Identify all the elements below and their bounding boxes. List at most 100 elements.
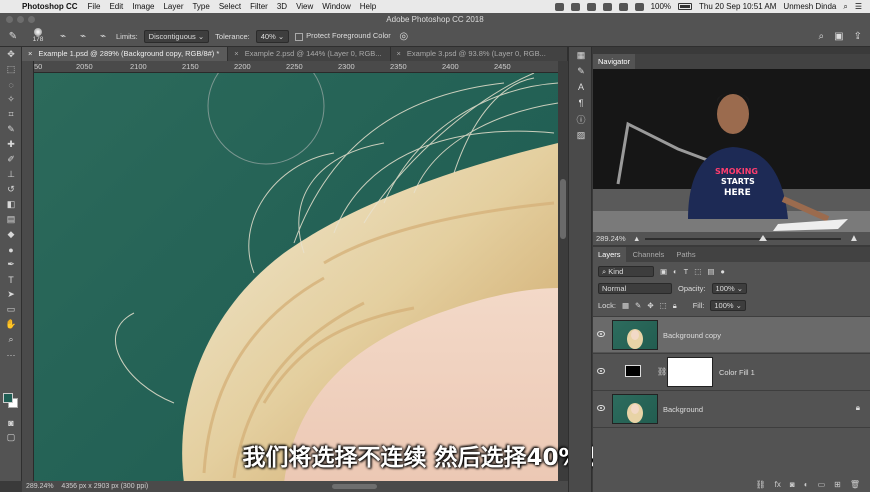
info-panel-icon[interactable]: ⓘ <box>569 111 593 127</box>
tool-preset-icon[interactable]: ✎ <box>6 29 20 43</box>
paragraph-panel-icon[interactable]: ¶ <box>569 95 593 111</box>
fill-input[interactable]: 100% ⌄ <box>710 300 746 311</box>
status-icon-3[interactable] <box>586 2 596 11</box>
canvas-vertical-scrollbar[interactable] <box>558 61 568 483</box>
crop-tool-icon[interactable]: ⌗ <box>0 107 22 122</box>
layer-background-copy[interactable]: Background copy <box>593 316 870 352</box>
layer-mask-thumbnail[interactable] <box>667 357 713 387</box>
filter-pixel-icon[interactable]: ▣ <box>660 267 667 276</box>
battery-icon[interactable] <box>678 3 693 10</box>
dodge-tool-icon[interactable]: ● <box>0 242 22 257</box>
tab-example-2[interactable]: × Example 2.psd @ 144% (Layer 0, RGB... <box>228 47 391 61</box>
marquee-tool-icon[interactable]: ⬚ <box>0 62 22 77</box>
horizontal-scrollbar-thumb[interactable] <box>332 484 377 489</box>
zoom-in-icon[interactable]: ▲ <box>849 232 859 245</box>
status-doc-info[interactable]: 4356 px x 2903 px (300 ppi) <box>61 483 148 490</box>
tolerance-input[interactable]: 40% ⌄ <box>255 29 290 43</box>
app-menu[interactable]: Photoshop CC <box>22 2 78 11</box>
search-icon[interactable]: ⌕ <box>819 31 825 42</box>
filter-smart-icon[interactable]: ▤ <box>707 267 714 276</box>
menu-help[interactable]: Help <box>360 2 376 11</box>
history-panel-icon[interactable]: ▦ <box>569 47 593 63</box>
menu-layer[interactable]: Layer <box>163 2 183 11</box>
layer-filter-select[interactable]: ⌕ Kind <box>598 266 654 277</box>
blur-tool-icon[interactable]: ◆ <box>0 227 22 242</box>
zoom-slider-knob[interactable] <box>758 235 767 241</box>
layer-color-fill-1[interactable]: ⛓︎ Color Fill 1 <box>593 353 870 389</box>
navigator-zoom-value[interactable]: 289.24% <box>596 234 626 243</box>
lasso-tool-icon[interactable]: ◌ <box>0 77 22 92</box>
stamp-tool-icon[interactable]: ⊥ <box>0 167 22 182</box>
menu-3d[interactable]: 3D <box>277 2 287 11</box>
visibility-eye-icon[interactable] <box>597 405 605 411</box>
link-layers-icon[interactable]: ⛓︎ <box>756 480 766 492</box>
filter-adjust-icon[interactable]: ◐ <box>673 267 678 276</box>
layer-background[interactable]: Background 🔒︎ <box>593 390 870 426</box>
lock-transparent-icon[interactable]: ▦ <box>622 301 629 310</box>
menu-window[interactable]: Window <box>322 2 350 11</box>
eyedropper-tool-icon[interactable]: ✎ <box>0 122 22 137</box>
magic-wand-tool-icon[interactable]: ✧ <box>0 92 22 107</box>
visibility-eye-icon[interactable] <box>597 368 605 374</box>
move-tool-icon[interactable]: ✥ <box>0 47 22 62</box>
lock-position-icon[interactable]: ✥ <box>647 301 653 310</box>
status-icon-2[interactable] <box>570 2 580 11</box>
clock[interactable]: Thu 20 Sep 10:51 AM <box>699 2 776 11</box>
brush-size-picker[interactable]: 178 <box>26 28 50 44</box>
tab-channels[interactable]: Channels <box>628 247 670 262</box>
foreground-color-swatch[interactable] <box>3 393 13 403</box>
gradient-tool-icon[interactable]: ▤ <box>0 212 22 227</box>
protect-foreground-checkbox[interactable]: Protect Foreground Color <box>295 31 391 41</box>
sampling-once-icon[interactable]: ⌁ <box>76 29 90 43</box>
brush-tool-icon[interactable]: ✐ <box>0 152 22 167</box>
menu-type[interactable]: Type <box>192 2 209 11</box>
minimize-window-button[interactable] <box>17 16 24 23</box>
vertical-ruler[interactable] <box>22 61 34 483</box>
share-icon[interactable]: ⇪ <box>854 31 862 42</box>
menu-image[interactable]: Image <box>132 2 154 11</box>
close-tab-icon[interactable]: × <box>397 49 401 58</box>
menu-file[interactable]: File <box>88 2 101 11</box>
eraser-tool-icon[interactable]: ◧ <box>0 197 22 212</box>
tab-layers[interactable]: Layers <box>593 247 626 262</box>
horizontal-ruler[interactable]: 50 2050 2100 2150 2200 2250 2300 2350 24… <box>34 61 558 73</box>
type-tool-icon[interactable]: T <box>0 272 22 287</box>
document-canvas[interactable] <box>34 73 558 483</box>
more-tools-icon[interactable]: ··· <box>0 347 22 362</box>
search-icon[interactable]: ⌕ <box>843 2 847 12</box>
layer-style-icon[interactable]: fx <box>775 480 781 492</box>
menu-select[interactable]: Select <box>219 2 241 11</box>
filter-toggle-icon[interactable]: ● <box>720 267 725 276</box>
new-group-icon[interactable]: ▭ <box>818 480 826 492</box>
filter-type-icon[interactable]: T <box>684 267 689 276</box>
history-brush-tool-icon[interactable]: ↺ <box>0 182 22 197</box>
opacity-input[interactable]: 100% ⌄ <box>711 283 748 294</box>
status-icon-4[interactable] <box>602 2 612 11</box>
menu-list-icon[interactable]: ☰ <box>855 2 862 11</box>
wifi-icon[interactable] <box>634 2 644 11</box>
hand-tool-icon[interactable]: ✋ <box>0 317 22 332</box>
zoom-out-icon[interactable]: ▲ <box>633 232 640 245</box>
brush-panel-icon[interactable]: ✎ <box>569 63 593 79</box>
menu-view[interactable]: View <box>296 2 313 11</box>
path-selection-tool-icon[interactable]: ➤ <box>0 287 22 302</box>
tab-example-1[interactable]: × Example 1.psd @ 289% (Background copy, … <box>22 47 229 61</box>
sampling-continuous-icon[interactable]: ⌁ <box>56 29 70 43</box>
zoom-tool-icon[interactable]: ⌕ <box>0 332 22 347</box>
close-tab-icon[interactable]: × <box>28 49 32 58</box>
blend-mode-select[interactable]: Normal <box>598 283 672 294</box>
visibility-eye-icon[interactable] <box>597 331 605 337</box>
tab-paths[interactable]: Paths <box>671 247 700 262</box>
close-tab-icon[interactable]: × <box>234 49 238 58</box>
lock-artboard-icon[interactable]: ⬚ <box>660 301 667 310</box>
pen-tool-icon[interactable]: ✒ <box>0 257 22 272</box>
menu-filter[interactable]: Filter <box>250 2 268 11</box>
lock-pixels-icon[interactable]: ✎ <box>635 301 641 310</box>
navigator-preview[interactable]: SMOKING STARTS HERE <box>593 69 870 232</box>
add-mask-icon[interactable]: ◙ <box>790 480 795 492</box>
scrollbar-thumb[interactable] <box>560 179 566 239</box>
status-icon-1[interactable] <box>554 2 564 11</box>
delete-layer-icon[interactable]: 🗑︎ <box>850 480 860 492</box>
status-zoom[interactable]: 289.24% <box>26 483 54 490</box>
tab-example-3[interactable]: × Example 3.psd @ 93.8% (Layer 0, RGB... <box>391 47 568 61</box>
